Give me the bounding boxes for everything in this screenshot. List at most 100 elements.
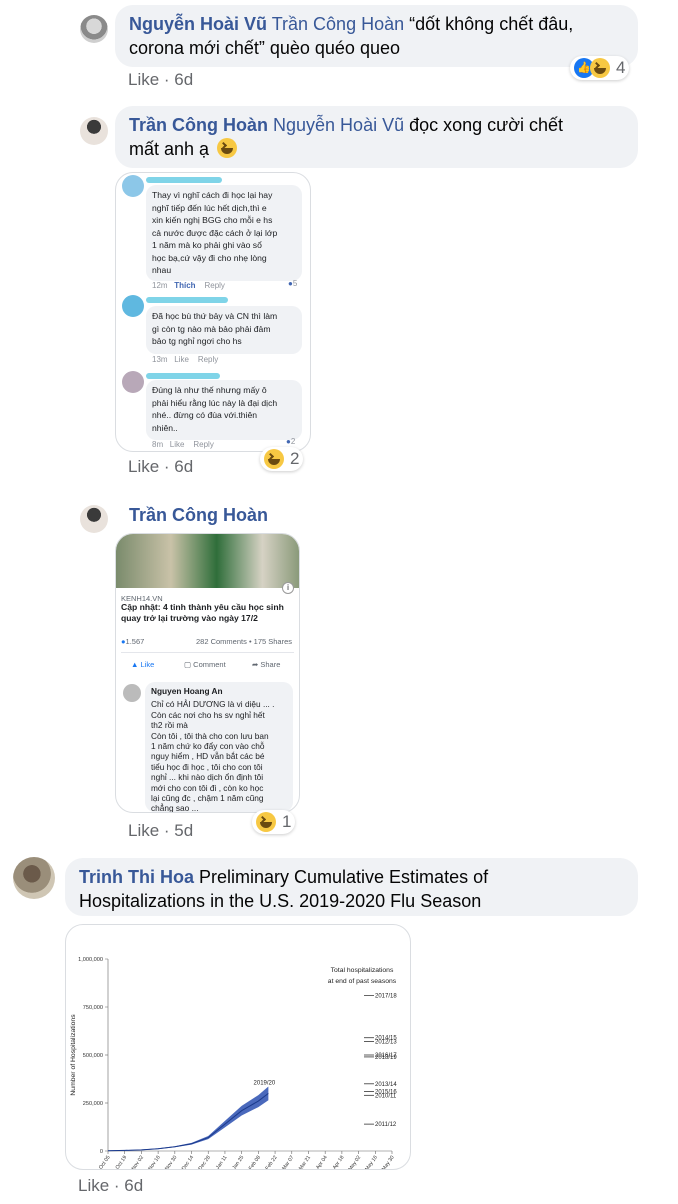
- like-link: Like: [169, 440, 185, 449]
- legend-title: Total hospitalizations: [331, 967, 394, 974]
- nested-comment-line: 1 năm mà ko phải ghi vào sổ: [152, 240, 262, 250]
- comment-meta: Like · 6d: [128, 70, 193, 90]
- nested-comment-line: mới cho con tôi đi , còn ko học: [151, 782, 264, 793]
- x-tick-label: Feb 08: [248, 1155, 262, 1169]
- comment-text: Preliminary Cumulative Estimates of: [194, 867, 489, 887]
- comment-bubble: Trinh Thi Hoa Preliminary Cumulative Est…: [65, 858, 638, 916]
- nested-comment-line: cả nước được đặc cách ở lại lớp: [152, 227, 278, 238]
- comment-bubble: Trần Công Hoàn Nguyễn Hoài Vũ đọc xong c…: [115, 106, 638, 168]
- comment-author[interactable]: Trinh Thi Hoa: [79, 867, 194, 887]
- haha-reaction-icon: [256, 812, 276, 832]
- dot: ·: [109, 1176, 125, 1195]
- nested-comment: Nguyen Hoang An Chỉ có HẢI DƯƠNG là vi d…: [145, 682, 293, 812]
- redaction-scribble: [146, 373, 220, 379]
- reaction-summary[interactable]: 👍 4: [570, 56, 630, 80]
- comment-author[interactable]: Trần Công Hoàn: [129, 505, 268, 526]
- reaction-count: 1.567: [125, 637, 145, 646]
- attached-screenshot[interactable]: i KENH14.VN Cập nhật: 4 tỉnh thành yêu c…: [115, 533, 300, 813]
- nested-comment-meta: 13m Like Reply: [152, 355, 218, 364]
- x-tick-label: Dec 14: [181, 1155, 195, 1169]
- article-comment-count: 282 Comments • 175 Shares: [196, 637, 293, 646]
- past-season-label: 2018/19: [375, 1055, 397, 1061]
- comment-author[interactable]: Nguyễn Hoài Vũ: [129, 14, 267, 34]
- laughing-emoji-icon: [217, 138, 238, 158]
- avatar[interactable]: [80, 505, 108, 533]
- nested-comment-line: nhé.. đừng có đùa với.thiên: [152, 410, 258, 420]
- article-thumbnail: [116, 534, 299, 588]
- nested-comment-line: tiểu học đi học , tôi cho con tôi: [151, 761, 263, 772]
- nested-comment-line: Chỉ có HẢI DƯƠNG là vi diệu ... .: [151, 699, 275, 710]
- reply-link: Reply: [204, 281, 225, 290]
- nested-comment-line: nghỉ ... khi nào dịch ổn định tôi: [151, 772, 264, 783]
- redaction-scribble: [146, 297, 228, 303]
- nested-comment-line: th2 rồi mà: [151, 720, 188, 731]
- haha-reaction-icon: [264, 449, 284, 469]
- avatar: [122, 371, 144, 393]
- reaction-count: ●2: [286, 437, 296, 446]
- timestamp[interactable]: 6d: [174, 457, 193, 476]
- attached-screenshot[interactable]: Thay vì nghĩ cách đi học lại hay nghĩ ti…: [115, 172, 311, 452]
- headline-line: quay trở lại trường vào ngày 17/2: [121, 613, 258, 623]
- divider: [121, 652, 294, 653]
- comment-author[interactable]: Trần Công Hoàn: [129, 115, 268, 135]
- x-tick-label: Apr 18: [332, 1155, 346, 1169]
- comment-meta: Like · 5d: [128, 821, 193, 841]
- nested-comment-line: gì còn tg nào mà bảo phải đảm: [152, 323, 271, 334]
- attached-chart[interactable]: Number of Hospitalizations Total hospita…: [65, 924, 411, 1170]
- article-reactions: ●1.567: [121, 637, 145, 646]
- flu-hospitalization-chart: Number of Hospitalizations Total hospita…: [70, 957, 397, 1169]
- legend-title: at end of past seasons: [328, 978, 397, 985]
- reaction-summary[interactable]: 2: [260, 447, 304, 471]
- series-band: [108, 1086, 269, 1151]
- nested-comment-line: Còn tôi , tôi thà cho con lưu ban: [151, 730, 269, 741]
- like-link[interactable]: Like: [128, 457, 159, 476]
- like-link[interactable]: Like: [128, 821, 159, 840]
- series-label: 2019/20: [254, 1080, 276, 1086]
- y-tick-label: 500,000: [83, 1053, 103, 1059]
- comment-text: corona mới chết” quèo quéo queo: [129, 38, 400, 58]
- timestamp[interactable]: 6d: [124, 1176, 143, 1195]
- nested-comment-line: học bạ,cứ vậy đi cho nhẹ lòng: [152, 252, 267, 263]
- like-link[interactable]: Like: [128, 70, 159, 89]
- reaction-summary[interactable]: 1: [252, 810, 296, 834]
- reply-link: Reply: [197, 355, 219, 364]
- nested-comment: Đã học bù thứ bảy và CN thì làm gì còn t…: [146, 306, 302, 354]
- comment-text: “dốt không chết đâu,: [404, 14, 574, 34]
- like-link: Like: [174, 355, 189, 364]
- y-tick-label: 0: [100, 1149, 103, 1155]
- reaction-count: ●5: [288, 279, 298, 288]
- x-tick-label: May 30: [381, 1155, 396, 1169]
- nested-comment-line: Đã học bù thứ bảy và CN thì làm: [152, 311, 278, 321]
- past-season-label: 2012/13: [375, 1040, 397, 1046]
- comment-text: đọc xong cười chết: [404, 115, 564, 135]
- x-tick-label: Dec 28: [198, 1155, 212, 1169]
- nested-comment-line: Thay vì nghĩ cách đi học lại hay: [152, 190, 273, 200]
- avatar[interactable]: [80, 117, 108, 145]
- x-tick-label: Nov 02: [131, 1155, 145, 1169]
- nested-comment-author: Nguyen Hoang An: [151, 686, 223, 696]
- dot: ·: [159, 457, 175, 476]
- comment-mention[interactable]: Trần Công Hoàn: [272, 14, 404, 34]
- y-tick-label: 250,000: [83, 1101, 103, 1107]
- avatar[interactable]: [80, 15, 108, 43]
- comment-bubble: Nguyễn Hoài Vũ Trần Công Hoàn “dốt không…: [115, 5, 638, 67]
- x-tick-label: Nov 30: [164, 1155, 178, 1169]
- like-link[interactable]: Like: [78, 1176, 109, 1195]
- avatar[interactable]: [13, 857, 55, 899]
- avatar: [122, 175, 144, 197]
- past-season-label: 2013/14: [375, 1082, 397, 1088]
- timestamp: 13m: [152, 355, 168, 364]
- reply-link: Reply: [193, 440, 214, 449]
- y-tick-label: 1,000,000: [78, 957, 103, 963]
- info-icon: i: [282, 582, 294, 594]
- past-season-label: 2017/18: [375, 993, 397, 999]
- nested-comment-line: lại cũng đc , chậm 1 năm cũng: [151, 793, 264, 804]
- timestamp[interactable]: 6d: [174, 70, 193, 89]
- timestamp[interactable]: 5d: [174, 821, 193, 840]
- comment-mention[interactable]: Nguyễn Hoài Vũ: [273, 115, 404, 135]
- nested-comment: Đúng là như thế nhưng mấy ô phải hiểu rằ…: [146, 380, 302, 440]
- y-tick-label: 750,000: [83, 1005, 103, 1011]
- x-tick-label: Apr 04: [315, 1155, 329, 1169]
- nested-comment-line: 1 năm chứ ko đẩy con vào chỗ: [151, 741, 265, 752]
- nested-comment-line: bảo tg nghỉ ngơi cho hs: [152, 336, 242, 346]
